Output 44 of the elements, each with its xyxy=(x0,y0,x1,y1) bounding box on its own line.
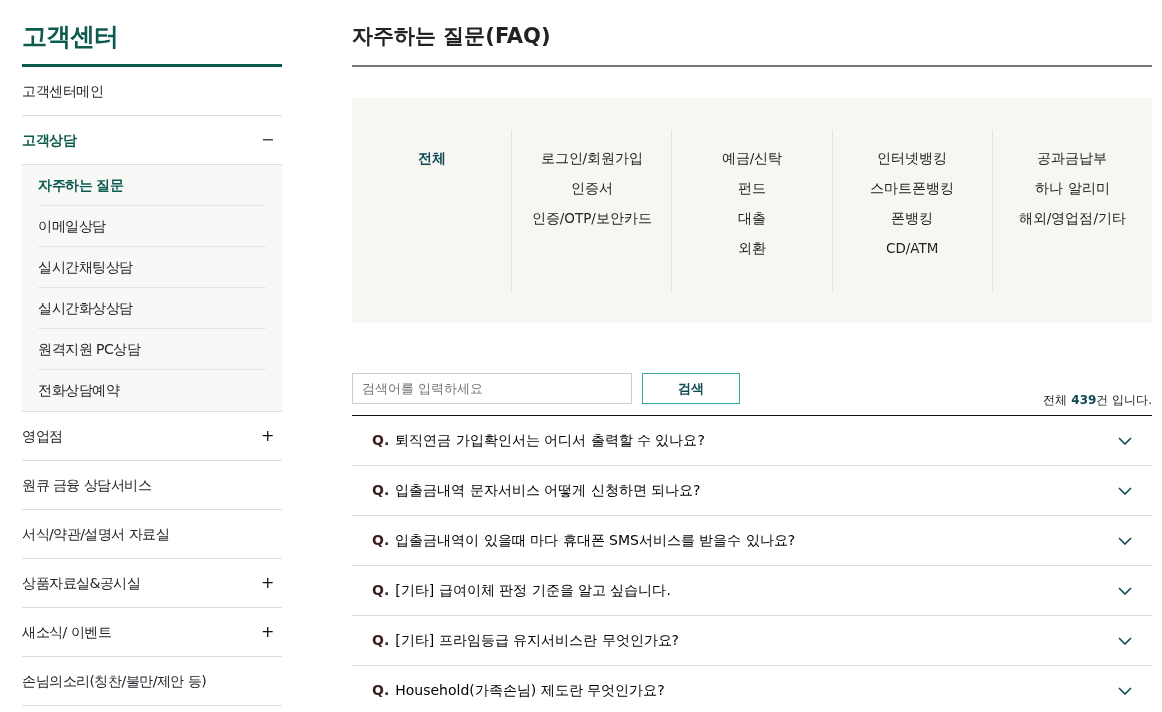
sidebar-item[interactable]: 새소식/ 이벤트 xyxy=(22,621,112,643)
result-count: 전체 439건 입니다. xyxy=(1043,392,1152,410)
category-link[interactable]: 해외/영업점/기타 xyxy=(1018,208,1126,229)
page-title: 자주하는 질문(FAQ) xyxy=(352,0,1152,68)
sidebar-subitem[interactable]: 실시간화상상담 xyxy=(38,297,133,319)
category-link[interactable]: 외환 xyxy=(738,238,766,259)
toggle-icon[interactable]: + xyxy=(261,571,274,595)
category-link[interactable]: 폰뱅킹 xyxy=(891,208,934,229)
sidebar-subitem[interactable]: 실시간채팅상담 xyxy=(38,256,133,278)
category-link[interactable]: 스마트폰뱅킹 xyxy=(870,178,955,199)
sidebar-subitem[interactable]: 원격지원 PC상담 xyxy=(38,338,141,360)
category-link[interactable]: 대출 xyxy=(738,208,766,229)
sidebar-item[interactable]: 영업점 xyxy=(22,425,63,447)
search-button[interactable]: 검색 xyxy=(642,373,740,405)
category-link[interactable]: CD/ATM xyxy=(886,238,939,259)
sidebar-item[interactable]: 서식/약관/설명서 자료실 xyxy=(22,523,170,545)
sidebar-title: 고객센터 xyxy=(22,0,282,67)
chevron-down-icon xyxy=(1118,436,1132,445)
chevron-down-icon xyxy=(1118,486,1132,495)
category-link[interactable]: 공과금납부 xyxy=(1037,148,1108,169)
chevron-down-icon xyxy=(1118,536,1132,545)
category-link[interactable]: 하나 알리미 xyxy=(1035,178,1110,199)
sidebar-item[interactable]: 상품자료실&공시실 xyxy=(22,572,141,594)
chevron-down-icon xyxy=(1118,686,1132,695)
toggle-icon[interactable]: + xyxy=(261,620,274,644)
toggle-icon[interactable]: − xyxy=(261,128,274,152)
category-link[interactable]: 로그인/회원가입 xyxy=(540,148,644,169)
category-link[interactable]: 인증서 xyxy=(570,178,613,199)
sidebar-item[interactable]: 고객상담 xyxy=(22,129,76,151)
chevron-down-icon xyxy=(1118,586,1132,595)
category-link[interactable]: 예금/신탁 xyxy=(721,148,783,169)
sidebar-item[interactable]: 원큐 금융 상담서비스 xyxy=(22,474,152,496)
sidebar-subitem[interactable]: 이메일상담 xyxy=(38,215,106,237)
category-link[interactable]: 펀드 xyxy=(738,178,766,199)
sidebar-subitem[interactable]: 자주하는 질문 xyxy=(38,174,124,196)
search-field[interactable]: 검색어를 입력하세요 xyxy=(352,373,632,405)
chevron-down-icon xyxy=(1118,636,1132,645)
sidebar-subitem[interactable]: 전화상담예약 xyxy=(38,380,119,401)
toggle-icon[interactable]: + xyxy=(261,424,274,448)
category-link[interactable]: 인증/OTP/보안카드 xyxy=(531,208,652,229)
sidebar-item[interactable]: 고객센터메인 xyxy=(22,80,103,102)
category-link[interactable]: 전체 xyxy=(417,148,446,169)
sidebar-item[interactable]: 손님의소리(칭찬/불만/제안 등) xyxy=(22,670,207,692)
category-link[interactable]: 인터넷뱅킹 xyxy=(877,148,948,169)
